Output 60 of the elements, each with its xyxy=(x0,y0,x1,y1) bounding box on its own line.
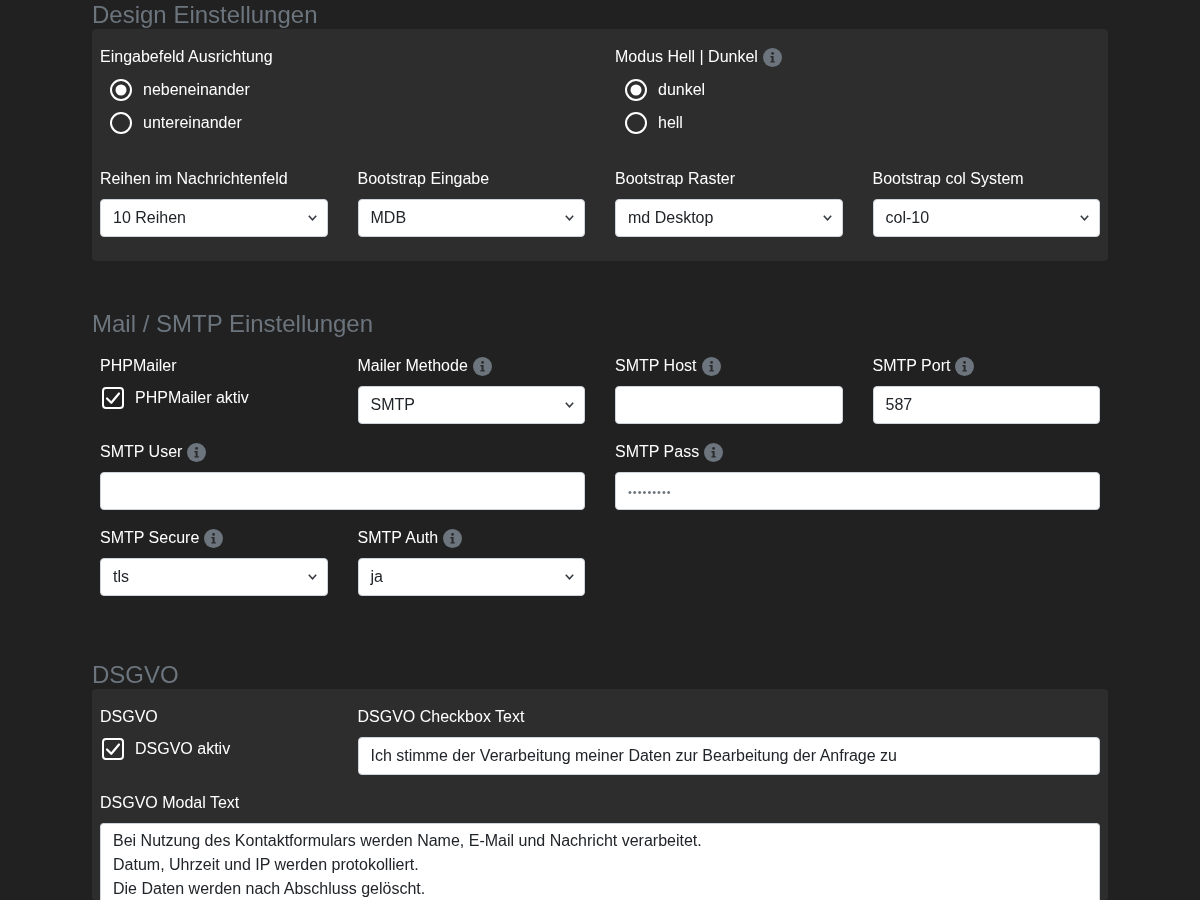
field-label: SMTP Secure xyxy=(100,528,200,548)
field-label: Eingabefeld Ausrichtung xyxy=(100,47,273,67)
dropdown[interactable]: tls xyxy=(100,558,328,596)
password-input[interactable]: ••••••••• xyxy=(615,472,1100,510)
checkbox[interactable] xyxy=(102,387,124,409)
field-label: SMTP Host xyxy=(615,356,697,376)
checkbox[interactable] xyxy=(102,738,124,760)
dropdown[interactable]: col-10 xyxy=(872,199,1100,237)
chevron-down-icon xyxy=(307,215,317,221)
chevron-down-icon xyxy=(1080,215,1089,221)
field-label: DSGVO xyxy=(100,707,158,727)
info-icon[interactable] xyxy=(443,528,463,548)
chevron-down-icon xyxy=(565,215,574,221)
chevron-down-icon xyxy=(822,215,832,221)
section-heading: DSGVO xyxy=(92,660,180,689)
chevron-down-icon xyxy=(307,574,317,580)
radio-button[interactable] xyxy=(110,79,132,101)
chevron-down-icon xyxy=(565,574,574,580)
field-label: Bootstrap col System xyxy=(872,169,1024,189)
info-icon[interactable] xyxy=(472,356,492,376)
chevron-down-icon xyxy=(565,402,574,408)
section-heading: Design Einstellungen xyxy=(92,0,319,29)
field-label: Bootstrap Eingabe xyxy=(357,169,490,189)
dropdown[interactable]: ja xyxy=(357,558,585,596)
field-label: SMTP User xyxy=(100,442,183,462)
textarea[interactable]: Bei Nutzung des Kontaktformulars werden Name, E-Mail und Nachricht verarbeitet. Datum, Uhrzeit und IP werden protokolliert. Die Daten werden nach Abschluss gelöscht. xyxy=(100,823,1100,900)
radio-button[interactable] xyxy=(110,112,132,134)
field-label: Bootstrap Raster xyxy=(615,169,736,189)
dropdown[interactable]: md Desktop xyxy=(615,199,843,237)
field-label: SMTP Auth xyxy=(357,528,439,548)
radio-button[interactable] xyxy=(625,112,647,134)
text-input[interactable]: 587 xyxy=(872,386,1100,424)
field-label: SMTP Port xyxy=(872,356,951,376)
radio-label: dunkel xyxy=(658,80,706,100)
text-input[interactable] xyxy=(615,386,843,424)
info-icon[interactable] xyxy=(762,47,782,67)
info-icon[interactable] xyxy=(204,528,224,548)
radio-label: hell xyxy=(658,113,683,133)
text-input[interactable] xyxy=(100,472,585,510)
info-icon[interactable] xyxy=(704,442,724,462)
field-label: Modus Hell | Dunkel xyxy=(615,47,758,67)
checkbox-label: PHPMailer aktiv xyxy=(135,388,249,408)
dropdown[interactable]: SMTP xyxy=(357,386,585,424)
radio-button[interactable] xyxy=(625,79,647,101)
checkbox-label: DSGVO aktiv xyxy=(135,739,231,759)
text-input[interactable]: Ich stimme der Verarbeitung meiner Daten zur Bearbeitung der Anfrage zu xyxy=(357,737,1100,775)
radio-label: untereinander xyxy=(143,113,242,133)
info-icon[interactable] xyxy=(955,356,975,376)
dropdown[interactable]: 10 Reihen xyxy=(100,199,328,237)
info-icon[interactable] xyxy=(701,356,721,376)
dropdown[interactable]: MDB xyxy=(357,199,585,237)
section-heading: Mail / SMTP Einstellungen xyxy=(92,309,374,338)
field-label: DSGVO Modal Text xyxy=(100,793,240,813)
info-icon[interactable] xyxy=(187,442,207,462)
field-label: Reihen im Nachrichtenfeld xyxy=(100,169,288,189)
field-label: PHPMailer xyxy=(100,356,177,376)
radio-label: nebeneinander xyxy=(143,80,250,100)
field-label: SMTP Pass xyxy=(615,442,700,462)
field-label: Mailer Methode xyxy=(357,356,468,376)
field-label: DSGVO Checkbox Text xyxy=(357,707,525,727)
